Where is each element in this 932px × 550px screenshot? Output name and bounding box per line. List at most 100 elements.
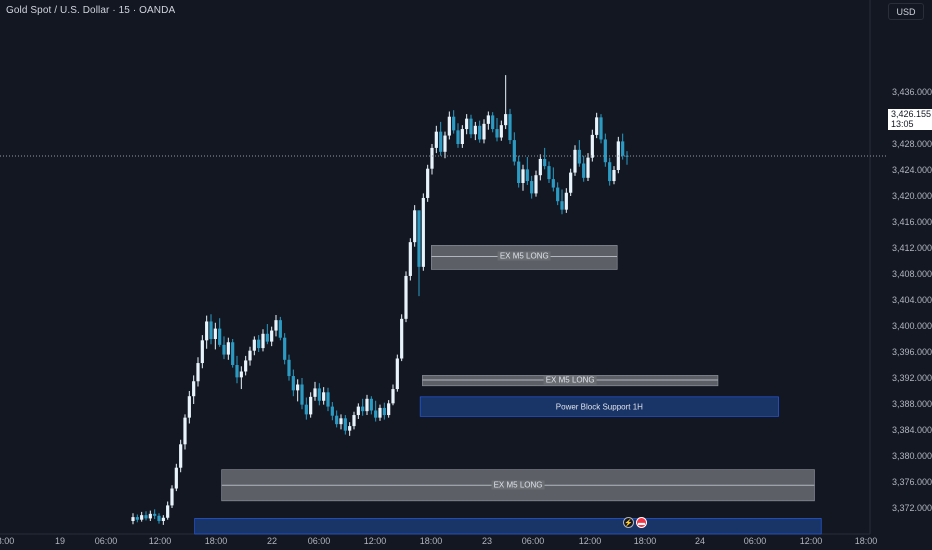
candle-body <box>335 415 339 425</box>
price-tick-label: 3,388.000 <box>892 399 932 409</box>
candle-body <box>161 517 165 521</box>
candle-body <box>486 115 490 124</box>
candles-layer <box>131 75 629 525</box>
time-tick-label: 18:00 <box>854 536 878 546</box>
support-zone <box>194 518 822 535</box>
time-tick-label: 18:00 <box>419 536 443 546</box>
candle-body <box>395 358 399 390</box>
candle-body <box>556 187 560 202</box>
candle-body <box>530 181 534 194</box>
candle-body <box>560 201 564 210</box>
price-tick-label: 3,376.000 <box>892 477 932 487</box>
chart-area[interactable]: Gold Spot / U.S. Dollar · 15 · OANDA USD… <box>0 0 932 550</box>
candle-body <box>547 166 551 180</box>
candle-body <box>387 403 391 416</box>
candle-body <box>512 140 516 162</box>
candle-body <box>231 342 235 365</box>
candle-body <box>265 333 269 342</box>
candle-body <box>460 129 464 144</box>
candle-body <box>287 359 291 377</box>
candle-body <box>304 404 308 415</box>
us-flag-icon[interactable]: ▬ <box>636 517 647 528</box>
candle-body <box>183 417 187 445</box>
time-tick-label: 19 <box>54 536 66 546</box>
candle-body <box>317 388 321 401</box>
candle-body <box>408 242 412 276</box>
candle-body <box>330 406 334 416</box>
candle-body <box>612 170 616 182</box>
zone-label: EX M5 LONG <box>543 375 597 385</box>
candle-body <box>322 392 326 401</box>
candle-body <box>499 125 503 138</box>
price-tick-label: 3,400.000 <box>892 321 932 331</box>
time-tick-label: 12:00 <box>148 536 172 546</box>
candle-body <box>218 328 222 345</box>
price-axis[interactable]: 3,372.000 3,376.000 3,380.000 3,384.000 3,38… <box>870 0 932 534</box>
flash-icon[interactable]: ⚡ <box>623 517 634 528</box>
candle-body <box>551 179 555 188</box>
candle-body <box>343 418 347 431</box>
candle-body <box>200 340 204 364</box>
candle-body <box>352 415 356 427</box>
candle-body <box>235 365 239 378</box>
candle-body <box>434 131 438 148</box>
candle-body <box>495 129 499 138</box>
candle-body <box>326 392 330 407</box>
candle-body <box>413 210 417 243</box>
time-tick-label: 22 <box>266 536 278 546</box>
candle-body <box>465 118 469 130</box>
candle-body <box>205 321 209 341</box>
candle-body <box>508 114 512 141</box>
candle-body <box>192 381 196 397</box>
candle-body <box>599 117 603 140</box>
price-tick-label: 3,416.000 <box>892 217 932 227</box>
zones-layer <box>194 245 822 535</box>
candle-body <box>426 168 430 198</box>
candle-body <box>174 467 178 489</box>
price-tick-label: 3,412.000 <box>892 243 932 253</box>
candle-body <box>300 384 304 405</box>
chart-plot[interactable] <box>0 0 932 550</box>
candle-body <box>239 371 243 378</box>
candle-body <box>443 135 447 152</box>
candle-body <box>586 157 590 178</box>
zone-label: EX M5 LONG <box>497 251 551 261</box>
candle-body <box>517 161 521 183</box>
time-tick-label: 18:00 <box>204 536 228 546</box>
candle-body <box>382 407 386 416</box>
candle-body <box>543 158 547 167</box>
bar-countdown: 13:05 <box>891 119 914 129</box>
candle-body <box>608 162 612 182</box>
candle-body <box>582 163 586 178</box>
price-tick-label: 3,404.000 <box>892 295 932 305</box>
time-tick-label: 24 <box>694 536 706 546</box>
candle-body <box>590 134 594 158</box>
zone-label: Power Block Support 1H <box>555 402 643 412</box>
candle-body <box>252 339 256 351</box>
candle-body <box>439 131 443 152</box>
candle-body <box>166 505 170 518</box>
candle-body <box>378 407 382 418</box>
candle-body <box>478 125 482 140</box>
candle-body <box>525 169 529 182</box>
candle-body <box>447 116 451 136</box>
candle-body <box>348 426 352 431</box>
candle-body <box>577 149 581 164</box>
candle-body <box>361 406 365 412</box>
candle-body <box>538 158 542 176</box>
time-tick-label: 18:00 <box>633 536 657 546</box>
candle-body <box>196 363 200 382</box>
candle-body <box>261 333 265 349</box>
price-tick-label: 3,392.000 <box>892 373 932 383</box>
candle-body <box>157 515 161 521</box>
candle-body <box>248 350 252 361</box>
price-tick-label: 3,384.000 <box>892 425 932 435</box>
time-tick-label: 12:00 <box>799 536 823 546</box>
candle-body <box>148 513 152 519</box>
candle-body <box>179 444 183 468</box>
candle-body <box>244 360 248 372</box>
candle-body <box>135 517 139 520</box>
candle-body <box>369 398 373 411</box>
candle-body <box>209 321 213 339</box>
time-axis[interactable]: 18:00 19 06:00 12:00 18:00 22 06:00 12:00 18:00 2… <box>0 534 877 550</box>
